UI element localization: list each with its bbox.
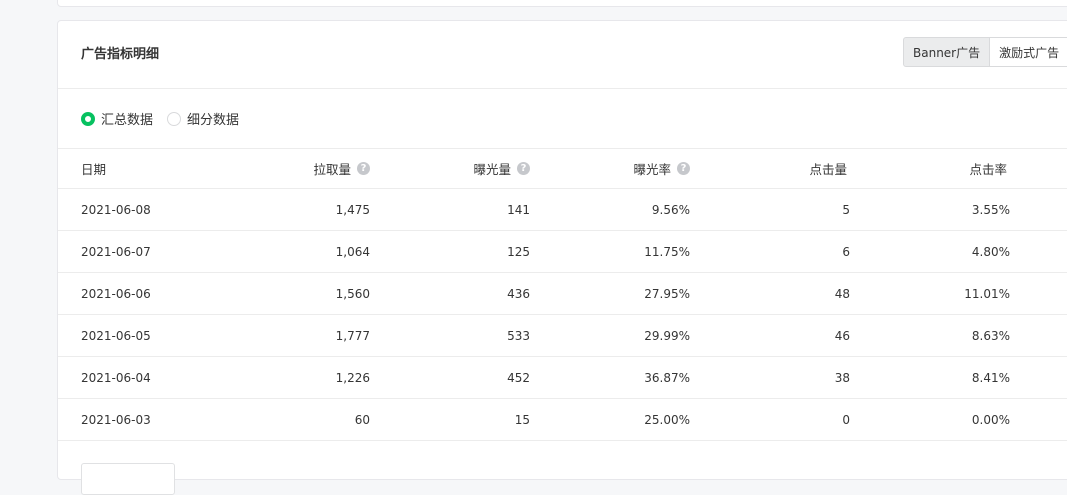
table-header-row: 日期 拉取量 ? 曝光量 ? 曝光率 ? 点击量 点击率 [58, 149, 1067, 189]
radio-checked-icon [81, 111, 95, 126]
cell-clicks: 48 [834, 286, 850, 301]
bottom-action-button[interactable] [81, 463, 175, 495]
radio-detail-data[interactable]: 细分数据 [167, 109, 239, 128]
header-impressions: 曝光量 ? [473, 149, 530, 188]
header-click-rate: 点击率 [969, 162, 1007, 177]
cell-impression-rate: 36.87% [644, 370, 690, 385]
cell-clicks: 38 [834, 370, 850, 385]
table-row: 2021-06-03 60 15 25.00% 0 0.00% [58, 399, 1067, 441]
cell-requests: 60 [354, 412, 370, 427]
view-mode-radio-group: 汇总数据 细分数据 [81, 109, 253, 128]
top-card [57, 0, 1067, 7]
cell-clicks: 0 [842, 412, 850, 427]
help-icon[interactable]: ? [517, 162, 530, 175]
table-row: 2021-06-08 1,475 141 9.56% 5 3.55% [58, 189, 1067, 231]
cell-impressions: 141 [507, 202, 530, 217]
cell-impression-rate: 27.95% [644, 286, 690, 301]
header-requests: 拉取量 ? [313, 149, 370, 188]
cell-click-rate: 11.01% [964, 286, 1010, 301]
cell-date: 2021-06-06 [81, 286, 151, 301]
cell-date: 2021-06-07 [81, 244, 151, 259]
radio-detail-label: 细分数据 [187, 113, 240, 128]
cell-impression-rate: 11.75% [644, 244, 690, 259]
cell-click-rate: 3.55% [971, 202, 1010, 217]
cell-date: 2021-06-08 [81, 202, 151, 217]
cell-date: 2021-06-04 [81, 370, 151, 385]
cell-impressions: 125 [507, 244, 530, 259]
ad-type-tabs: Banner广告 激励式广告 [903, 37, 1067, 67]
cell-impression-rate: 9.56% [651, 202, 690, 217]
cell-impressions: 436 [507, 286, 530, 301]
metrics-table: 日期 拉取量 ? 曝光量 ? 曝光率 ? 点击量 点击率 2021-06-08 … [58, 148, 1067, 441]
cell-date: 2021-06-05 [81, 328, 151, 343]
cell-click-rate: 4.80% [971, 244, 1010, 259]
table-row: 2021-06-05 1,777 533 29.99% 46 8.63% [58, 315, 1067, 357]
cell-click-rate: 8.63% [971, 328, 1010, 343]
table-row: 2021-06-06 1,560 436 27.95% 48 11.01% [58, 273, 1067, 315]
tab-rewarded-ad[interactable]: 激励式广告 [990, 37, 1067, 67]
tab-banner-ad[interactable]: Banner广告 [903, 37, 991, 67]
radio-unchecked-icon [167, 111, 182, 126]
cell-click-rate: 0.00% [971, 412, 1010, 427]
table-row: 2021-06-04 1,226 452 36.87% 38 8.41% [58, 357, 1067, 399]
cell-impressions: 452 [507, 370, 530, 385]
header-clicks: 点击量 [809, 162, 847, 177]
cell-impression-rate: 25.00% [644, 412, 690, 427]
cell-requests: 1,475 [335, 202, 370, 217]
header-impression-rate: 曝光率 ? [633, 149, 690, 188]
cell-requests: 1,226 [335, 370, 370, 385]
panel-title: 广告指标明细 [81, 47, 160, 62]
header-date: 日期 [81, 162, 107, 177]
table-row: 2021-06-07 1,064 125 11.75% 6 4.80% [58, 231, 1067, 273]
radio-summary-data[interactable]: 汇总数据 [81, 109, 153, 128]
help-icon[interactable]: ? [357, 162, 370, 175]
cell-impressions: 15 [514, 412, 530, 427]
panel-header: 广告指标明细 Banner广告 激励式广告 [58, 21, 1067, 89]
cell-requests: 1,064 [335, 244, 370, 259]
cell-requests: 1,560 [335, 286, 370, 301]
cell-clicks: 5 [842, 202, 850, 217]
radio-summary-label: 汇总数据 [101, 113, 154, 128]
cell-impression-rate: 29.99% [644, 328, 690, 343]
cell-clicks: 6 [842, 244, 850, 259]
help-icon[interactable]: ? [677, 162, 690, 175]
cell-requests: 1,777 [335, 328, 370, 343]
cell-date: 2021-06-03 [81, 412, 151, 427]
cell-clicks: 46 [834, 328, 850, 343]
ad-metrics-panel: 广告指标明细 Banner广告 激励式广告 汇总数据 细分数据 日期 拉取量 ?… [57, 20, 1067, 495]
cell-click-rate: 8.41% [971, 370, 1010, 385]
cell-impressions: 533 [507, 328, 530, 343]
